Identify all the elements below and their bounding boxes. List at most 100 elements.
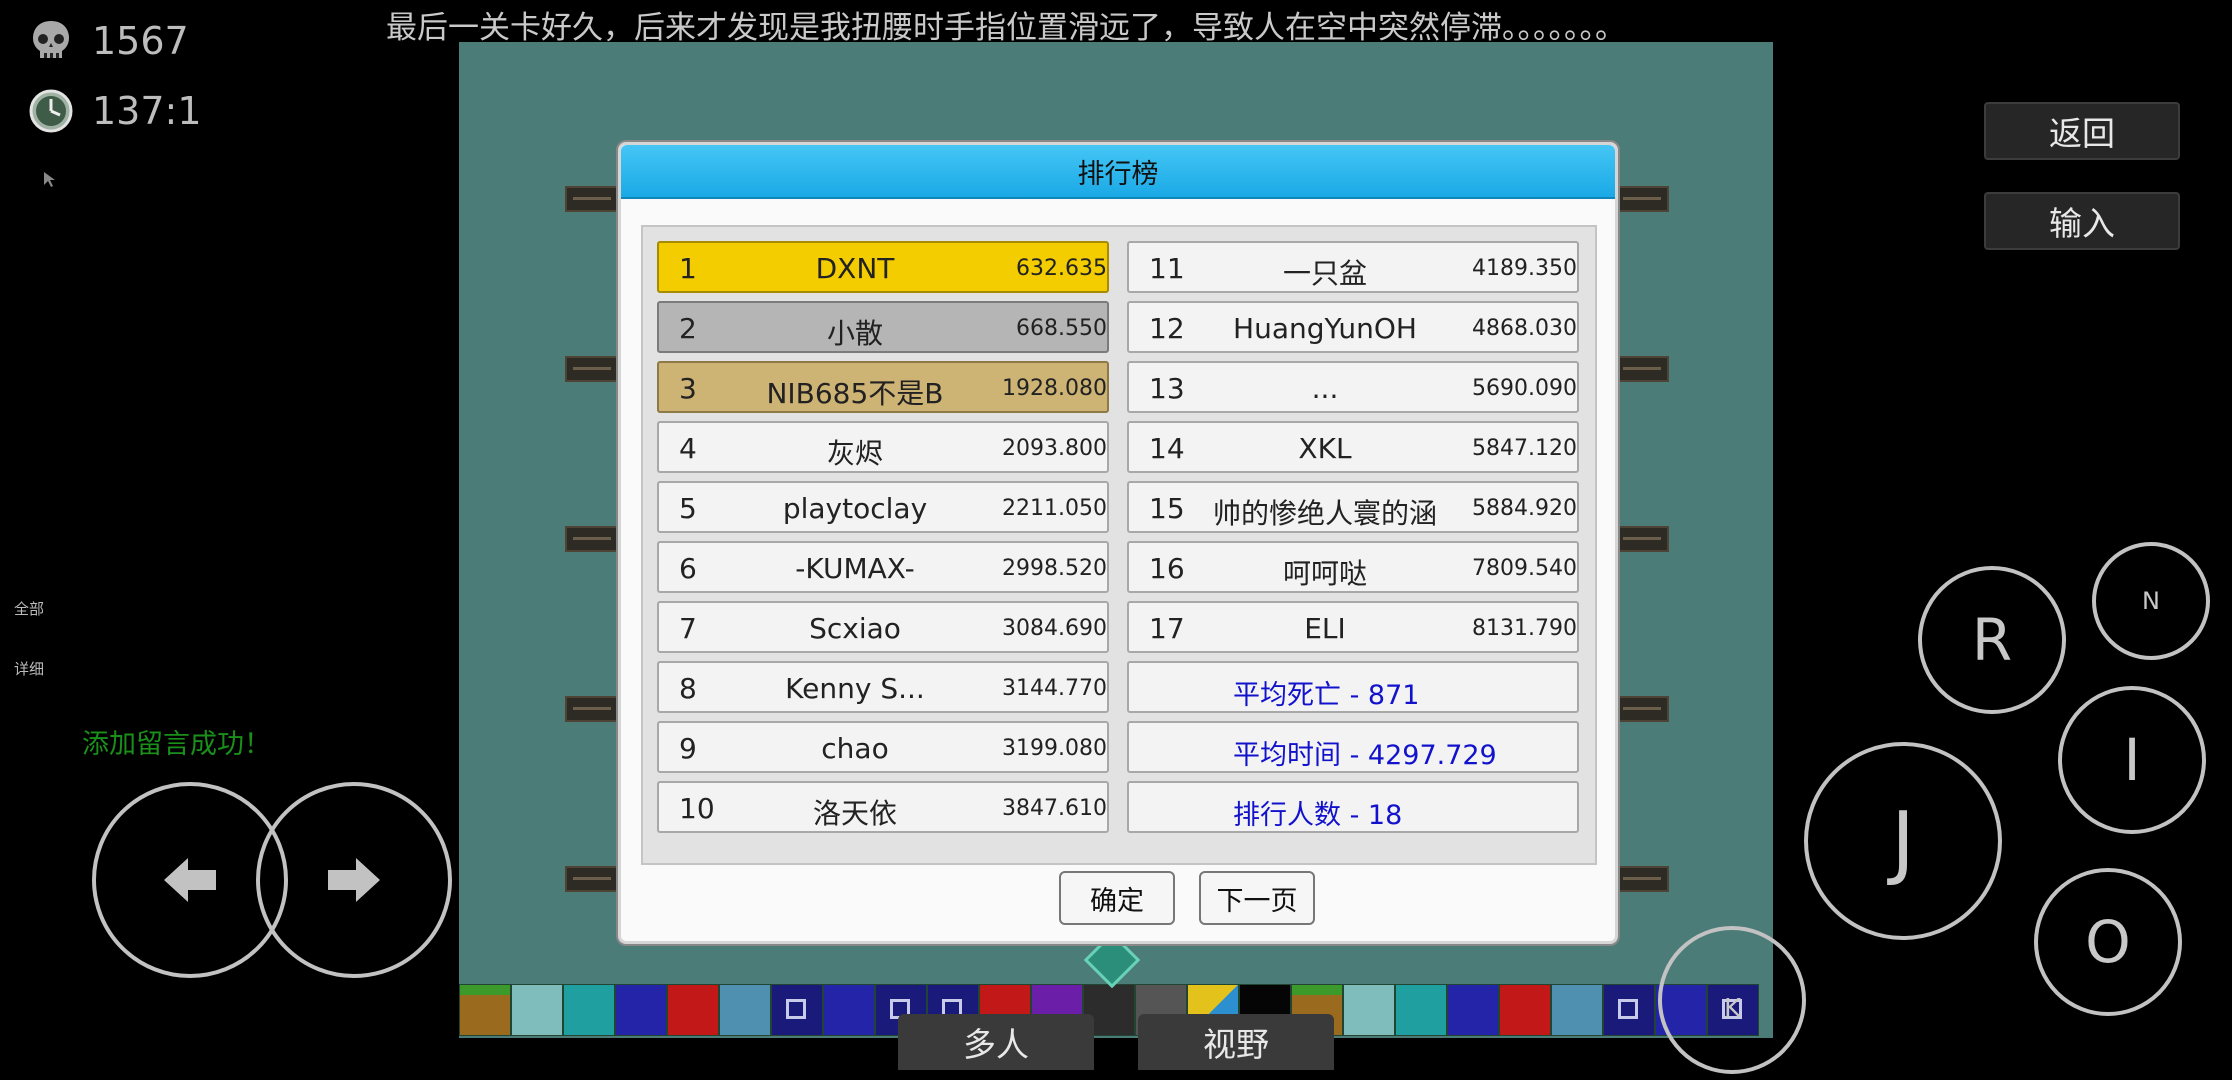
rank: 16 <box>1149 552 1185 585</box>
leaderboard-row: 11 一只盆 4189.350 <box>1127 241 1579 293</box>
wall-rail <box>1615 526 1669 552</box>
crate-tile <box>1603 984 1655 1036</box>
leaderboard-row: 16 呵呵哒 7809.540 <box>1127 541 1579 593</box>
score: 3847.610 <box>1002 796 1107 821</box>
player-name: NIB685不是B <box>766 377 944 410</box>
rank: 9 <box>679 732 697 765</box>
death-count: 1567 <box>92 19 189 63</box>
leaderboard-row: 12 HuangYunOH 4868.030 <box>1127 301 1579 353</box>
block-tile <box>823 984 875 1036</box>
next-page-button[interactable]: 下一页 <box>1199 871 1315 925</box>
arrow-left-icon <box>164 858 216 902</box>
leaderboard-dialog: 排行榜 1 DXNT 632.635 2 小散 668.550 3 NIB685不是B 19… <box>618 142 1618 944</box>
score: 2211.050 <box>1002 496 1107 521</box>
water-tile <box>1395 984 1447 1036</box>
score: 3084.690 <box>1002 616 1107 641</box>
multiplayer-button[interactable]: 多人 <box>898 1014 1094 1070</box>
score: 5884.920 <box>1472 496 1577 521</box>
player-name: XKL <box>1298 432 1352 465</box>
score: 8131.790 <box>1472 616 1577 641</box>
rank: 1 <box>679 252 697 285</box>
ice-tile <box>719 984 771 1036</box>
score: 4189.350 <box>1472 256 1577 281</box>
ice-tile <box>1343 984 1395 1036</box>
rank: 11 <box>1149 252 1185 285</box>
score: 4868.030 <box>1472 316 1577 341</box>
ice-tile <box>1551 984 1603 1036</box>
player-name: ELI <box>1304 612 1346 645</box>
r-button[interactable]: R <box>1918 566 2066 714</box>
wall-rail <box>565 356 619 382</box>
rank: 17 <box>1149 612 1185 645</box>
rank: 15 <box>1149 492 1185 525</box>
k-button[interactable]: K <box>1658 926 1806 1074</box>
pointer-icon <box>44 172 55 187</box>
wall-rail <box>1615 186 1669 212</box>
filter-all-link[interactable]: 全部 <box>14 598 44 619</box>
leaderboard-row: 14 XKL 5847.120 <box>1127 421 1579 473</box>
elapsed-time: 137:1 <box>92 89 202 133</box>
score: 5847.120 <box>1472 436 1577 461</box>
death-counter: 1567 <box>28 18 189 64</box>
player-name: 呵呵哒 <box>1282 557 1367 590</box>
ice-tile <box>511 984 563 1036</box>
leaderboard-row: 10 洛天依 3847.610 <box>657 781 1109 833</box>
toast-message: 添加留言成功！ <box>82 729 271 760</box>
water-tile <box>563 984 615 1036</box>
rank: 7 <box>679 612 697 645</box>
block-tile <box>615 984 667 1036</box>
score: 5690.090 <box>1472 376 1577 401</box>
player-name: 帅的惨绝人寰的涵 <box>1212 497 1437 530</box>
player-name: playtoclay <box>782 492 928 525</box>
score: 7809.540 <box>1472 556 1577 581</box>
score: 668.550 <box>1016 316 1107 341</box>
i-button[interactable]: I <box>2058 686 2206 834</box>
leaderboard-row: 5 playtoclay 2211.050 <box>657 481 1109 533</box>
leaderboard-row: 2 小散 668.550 <box>657 301 1109 353</box>
player-name: -KUMAX- <box>795 552 915 585</box>
player-name: 灰烬 <box>826 437 883 470</box>
arrow-right-icon <box>328 858 380 902</box>
player-name: Kenny S... <box>785 672 925 705</box>
block-tile <box>1447 984 1499 1036</box>
player-name: Scxiao <box>809 612 901 645</box>
rank: 2 <box>679 312 697 345</box>
leaderboard-row: 15 帅的惨绝人寰的涵 5884.920 <box>1127 481 1579 533</box>
player-name: DXNT <box>815 252 895 285</box>
filter-detail-link[interactable]: 详细 <box>14 658 44 679</box>
back-button[interactable]: 返回 <box>1984 102 2180 160</box>
leaderboard-row: 13... 5690.090 <box>1127 361 1579 413</box>
stat-average-deaths: 平均死亡 - 871 <box>1127 661 1579 713</box>
leaderboard-row: 4 灰烬 2093.800 <box>657 421 1109 473</box>
wall-rail <box>1615 866 1669 892</box>
j-button[interactable]: J <box>1804 742 2002 940</box>
dialog-title: 排行榜 <box>621 145 1615 199</box>
confirm-button[interactable]: 确定 <box>1059 871 1175 925</box>
score: 2998.520 <box>1002 556 1107 581</box>
stat-text: 平均时间 - 4297.729 <box>1233 740 1497 771</box>
player-name: 小散 <box>826 317 883 350</box>
n-button[interactable]: N <box>2092 542 2210 660</box>
scrolling-comment: 最后一关卡好久，后来才发现是我扭腰时手指位置滑远了，导致人在空中突然停滞。。。。… <box>386 10 1626 46</box>
leaderboard-table: 1 DXNT 632.635 2 小散 668.550 3 NIB685不是B 1928.0… <box>641 225 1597 865</box>
score: 3144.770 <box>1002 676 1107 701</box>
view-button[interactable]: 视野 <box>1138 1014 1334 1070</box>
leaderboard-row: 17 ELI 8131.790 <box>1127 601 1579 653</box>
wall-rail <box>1615 356 1669 382</box>
move-right-button[interactable] <box>256 782 452 978</box>
leaderboard-row: 6 -KUMAX- 2998.520 <box>657 541 1109 593</box>
input-button[interactable]: 输入 <box>1984 192 2180 250</box>
leaderboard-row: 1 DXNT 632.635 <box>657 241 1109 293</box>
player-name: HuangYunOH <box>1233 312 1417 345</box>
rank: 13 <box>1149 372 1185 405</box>
rank: 5 <box>679 492 697 525</box>
leaderboard-row: 8 Kenny S... 3144.770 <box>657 661 1109 713</box>
player-name: chao <box>821 732 889 765</box>
o-button[interactable]: O <box>2034 868 2182 1016</box>
stat-player-count: 排行人数 - 18 <box>1127 781 1579 833</box>
spike-tile <box>1499 984 1551 1036</box>
rank: 8 <box>679 672 697 705</box>
wall-rail <box>565 186 619 212</box>
player-name: ... <box>1311 372 1339 405</box>
skull-icon <box>33 21 69 58</box>
